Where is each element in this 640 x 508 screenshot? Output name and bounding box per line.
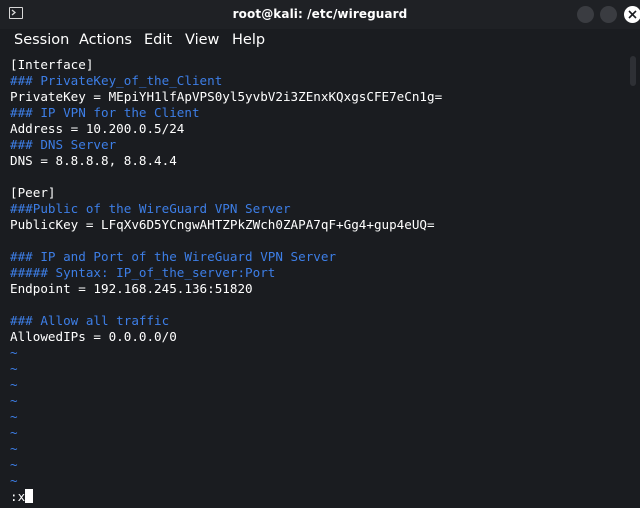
menu-session[interactable]: Session	[14, 32, 69, 48]
comment-line: ### DNS Server	[10, 137, 117, 152]
comment-line: ### PrivateKey_of_the_Client	[10, 73, 223, 88]
command-line[interactable]: :x	[10, 489, 34, 505]
window-title: root@kali: /etc/wireguard	[232, 7, 408, 21]
menu-edit[interactable]: Edit	[144, 32, 172, 48]
command-text: :x	[10, 489, 26, 504]
config-line: Endpoint = 192.168.245.136:51820	[10, 281, 253, 296]
title-bar: root@kali: /etc/wireguard	[0, 0, 640, 29]
empty-line-marker: ~	[10, 345, 18, 360]
empty-line-marker: ~	[10, 377, 18, 392]
config-line: AllowedIPs = 0.0.0.0/0	[10, 329, 177, 344]
maximize-icon[interactable]	[600, 6, 617, 23]
comment-line: ##### Syntax: IP_of_the_server:Port	[10, 265, 276, 280]
config-line: Address = 10.200.0.5/24	[10, 121, 185, 136]
empty-line-marker: ~	[10, 457, 18, 472]
close-icon[interactable]	[624, 6, 640, 23]
comment-line: ### IP VPN for the Client	[10, 105, 200, 120]
config-line: [Interface]	[10, 57, 94, 72]
empty-line-marker: ~	[10, 441, 18, 456]
comment-line: ### Allow all traffic	[10, 313, 170, 328]
text-cursor	[25, 489, 34, 503]
empty-line-marker: ~	[10, 409, 18, 424]
empty-line-marker: ~	[10, 425, 18, 440]
config-line: PublicKey = LFqXv6D5YCngwAHTZPkZWch0ZAPA…	[10, 217, 435, 232]
config-line: DNS = 8.8.8.8, 8.8.4.4	[10, 153, 177, 168]
menu-view[interactable]: View	[185, 32, 219, 48]
config-line: PrivateKey = MEpiYH1lfApVPS0yl5yvbV2i3ZE…	[10, 89, 443, 104]
empty-line-marker: ~	[10, 393, 18, 408]
scrollbar-thumb[interactable]	[630, 56, 636, 86]
menu-bar: Session Actions Edit View Help	[0, 29, 640, 54]
comment-line: ### IP and Port of the WireGuard VPN Ser…	[10, 249, 337, 264]
scrollbar[interactable]	[627, 54, 640, 508]
menu-actions[interactable]: Actions	[79, 32, 132, 48]
comment-line: ###Public of the WireGuard VPN Server	[10, 201, 291, 216]
empty-line-marker: ~	[10, 473, 18, 488]
menu-help[interactable]: Help	[232, 32, 265, 48]
config-line: [Peer]	[10, 185, 56, 200]
empty-line-marker: ~	[10, 361, 18, 376]
minimize-icon[interactable]	[577, 6, 594, 23]
